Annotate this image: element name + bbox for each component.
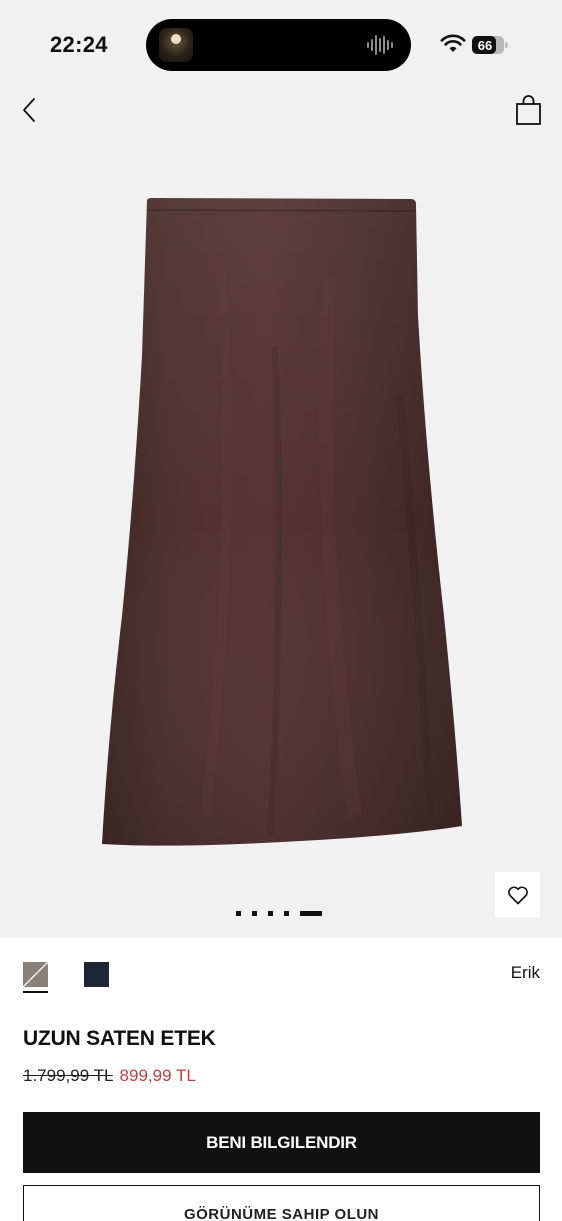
- battery-icon: 66: [472, 36, 508, 54]
- gallery-dot[interactable]: [284, 910, 289, 916]
- status-time: 22:24: [50, 32, 108, 57]
- notify-me-button[interactable]: BENI BILGILENDIR: [23, 1112, 540, 1173]
- shopping-bag-icon: [516, 95, 541, 125]
- dynamic-island: [146, 19, 411, 71]
- gallery-dot[interactable]: [300, 910, 322, 916]
- back-button[interactable]: [16, 95, 46, 125]
- gallery-dot[interactable]: [268, 910, 273, 916]
- product-image-area: 22:24 66: [0, 0, 562, 938]
- selected-color-name: Erik: [510, 963, 540, 982]
- selected-swatch-indicator: [23, 991, 48, 993]
- gallery-dot[interactable]: [252, 910, 257, 916]
- heart-icon: [507, 886, 528, 904]
- price-row: 1.799,99 TL 899,99 TL: [23, 1066, 196, 1086]
- old-price: 1.799,99 TL: [23, 1066, 113, 1085]
- wifi-icon: [440, 34, 466, 52]
- product-title: UZUN SATEN ETEK: [23, 1027, 216, 1050]
- now-playing-app-icon: [159, 28, 193, 62]
- color-swatch-erik[interactable]: [23, 962, 48, 987]
- wishlist-button[interactable]: [495, 872, 540, 917]
- gallery-pagination[interactable]: [236, 910, 322, 916]
- battery-level: 66: [478, 38, 492, 53]
- shopping-bag-button[interactable]: [512, 94, 546, 128]
- audio-wave-icon: [367, 35, 393, 55]
- sale-price: 899,99 TL: [119, 1066, 196, 1085]
- unavailable-slash-icon: [23, 962, 48, 987]
- chevron-left-icon: [23, 98, 35, 122]
- product-image: [102, 198, 462, 846]
- get-the-look-button[interactable]: GÖRÜNÜME SAHIP OLUN: [23, 1185, 540, 1221]
- gallery-dot[interactable]: [236, 910, 241, 916]
- color-swatch-navy[interactable]: [84, 962, 109, 987]
